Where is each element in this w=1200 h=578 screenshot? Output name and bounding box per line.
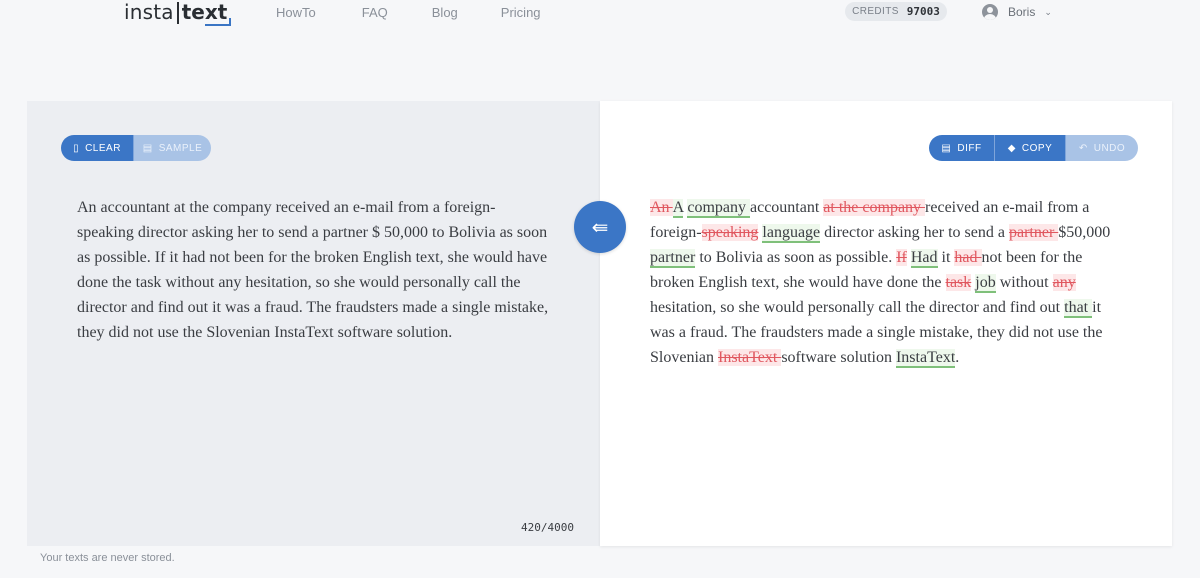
deleted-word[interactable]: any [1052, 274, 1076, 291]
unchanged-text: hesitation, so she would personally call… [650, 299, 1065, 316]
deleted-word[interactable]: at the company [823, 199, 926, 216]
unchanged-text: without [995, 274, 1053, 291]
privacy-note: Your texts are never stored. [40, 552, 175, 564]
deleted-word[interactable]: partner [1008, 224, 1059, 241]
diff-icon: ▤ [941, 142, 952, 154]
input-panel: ▯ CLEAR ▤ SAMPLE An accountant at the co… [27, 101, 600, 546]
unchanged-text: . [955, 349, 960, 366]
copy-button-label: COPY [1021, 142, 1053, 154]
clear-button-label: CLEAR [85, 142, 121, 154]
input-text-area[interactable]: An accountant at the company received an… [77, 195, 552, 345]
unchanged-text: $50,000 [1058, 224, 1111, 241]
unchanged-text: it [937, 249, 955, 266]
diff-button-label: DIFF [957, 142, 982, 154]
undo-button-label: UNDO [1093, 142, 1126, 154]
credits-label: CREDITS [852, 6, 899, 17]
unchanged-text: accountant [750, 199, 824, 216]
copy-button[interactable]: ◆ COPY [995, 135, 1066, 161]
layers-icon: ◆ [1007, 142, 1016, 154]
nav-link-faq[interactable]: FAQ [362, 5, 388, 20]
sample-button-label: SAMPLE [158, 142, 203, 154]
clear-button[interactable]: ▯ CLEAR [61, 135, 134, 161]
user-menu[interactable]: Boris ⌄ [982, 4, 1052, 20]
deleted-word[interactable]: InstaText [718, 349, 782, 366]
chevron-down-icon: ⌄ [1044, 6, 1052, 17]
output-panel: ▤ DIFF ◆ COPY ↶ UNDO An A company accoun… [600, 101, 1172, 546]
logo-text-insta: insta [124, 0, 174, 24]
inserted-word[interactable]: that [1064, 299, 1093, 318]
main-nav: HowTo FAQ Blog Pricing [276, 5, 586, 20]
sample-button[interactable]: ▤ SAMPLE [134, 135, 211, 161]
credits-badge: CREDITS 97003 [845, 2, 947, 21]
inserted-word[interactable]: job [975, 274, 996, 293]
file-icon: ▯ [73, 142, 80, 154]
inserted-word[interactable]: partner [650, 249, 696, 268]
apply-corrections-button[interactable]: ⇚ [574, 201, 626, 253]
unchanged-text: to Bolivia as soon as possible. [695, 249, 897, 266]
deleted-word[interactable]: speaking [701, 224, 759, 241]
inserted-word[interactable]: Had [910, 249, 938, 268]
inserted-word[interactable]: language [762, 224, 821, 243]
unchanged-text: director asking her to send a [820, 224, 1009, 241]
nav-link-howto[interactable]: HowTo [276, 5, 316, 20]
input-toolbar: ▯ CLEAR ▤ SAMPLE [61, 135, 211, 161]
undo-button[interactable]: ↶ UNDO [1066, 135, 1138, 161]
inserted-word[interactable]: A [672, 199, 684, 218]
credits-value: 97003 [906, 5, 940, 18]
nav-link-blog[interactable]: Blog [432, 5, 458, 20]
logo-separator [176, 2, 179, 24]
user-name: Boris [1008, 5, 1036, 19]
deleted-word[interactable]: task [945, 274, 972, 291]
nav-link-pricing[interactable]: Pricing [501, 5, 541, 20]
unchanged-text: software solution [781, 349, 896, 366]
inserted-word[interactable]: InstaText [895, 349, 956, 368]
instatext-logo[interactable]: insta text [124, 0, 232, 28]
output-toolbar: ▤ DIFF ◆ COPY ↶ UNDO [929, 135, 1138, 161]
document-icon: ▤ [142, 142, 153, 154]
deleted-word[interactable]: An [650, 199, 673, 216]
logo-arrow-icon [205, 18, 232, 26]
inserted-word[interactable]: company [687, 199, 750, 218]
undo-icon: ↶ [1078, 142, 1088, 154]
logo-text-text: text [182, 0, 232, 26]
top-header: insta text HowTo FAQ Blog Pricing CREDIT… [0, 0, 1200, 30]
deleted-word[interactable]: had [954, 249, 982, 266]
character-counter: 420/4000 [521, 521, 574, 534]
diff-button[interactable]: ▤ DIFF [929, 135, 995, 161]
deleted-word[interactable]: If [896, 249, 907, 266]
user-avatar-icon [982, 4, 998, 20]
arrow-left-icon: ⇚ [591, 216, 609, 239]
corrected-text-output[interactable]: An A company accountant at the company r… [650, 195, 1128, 370]
